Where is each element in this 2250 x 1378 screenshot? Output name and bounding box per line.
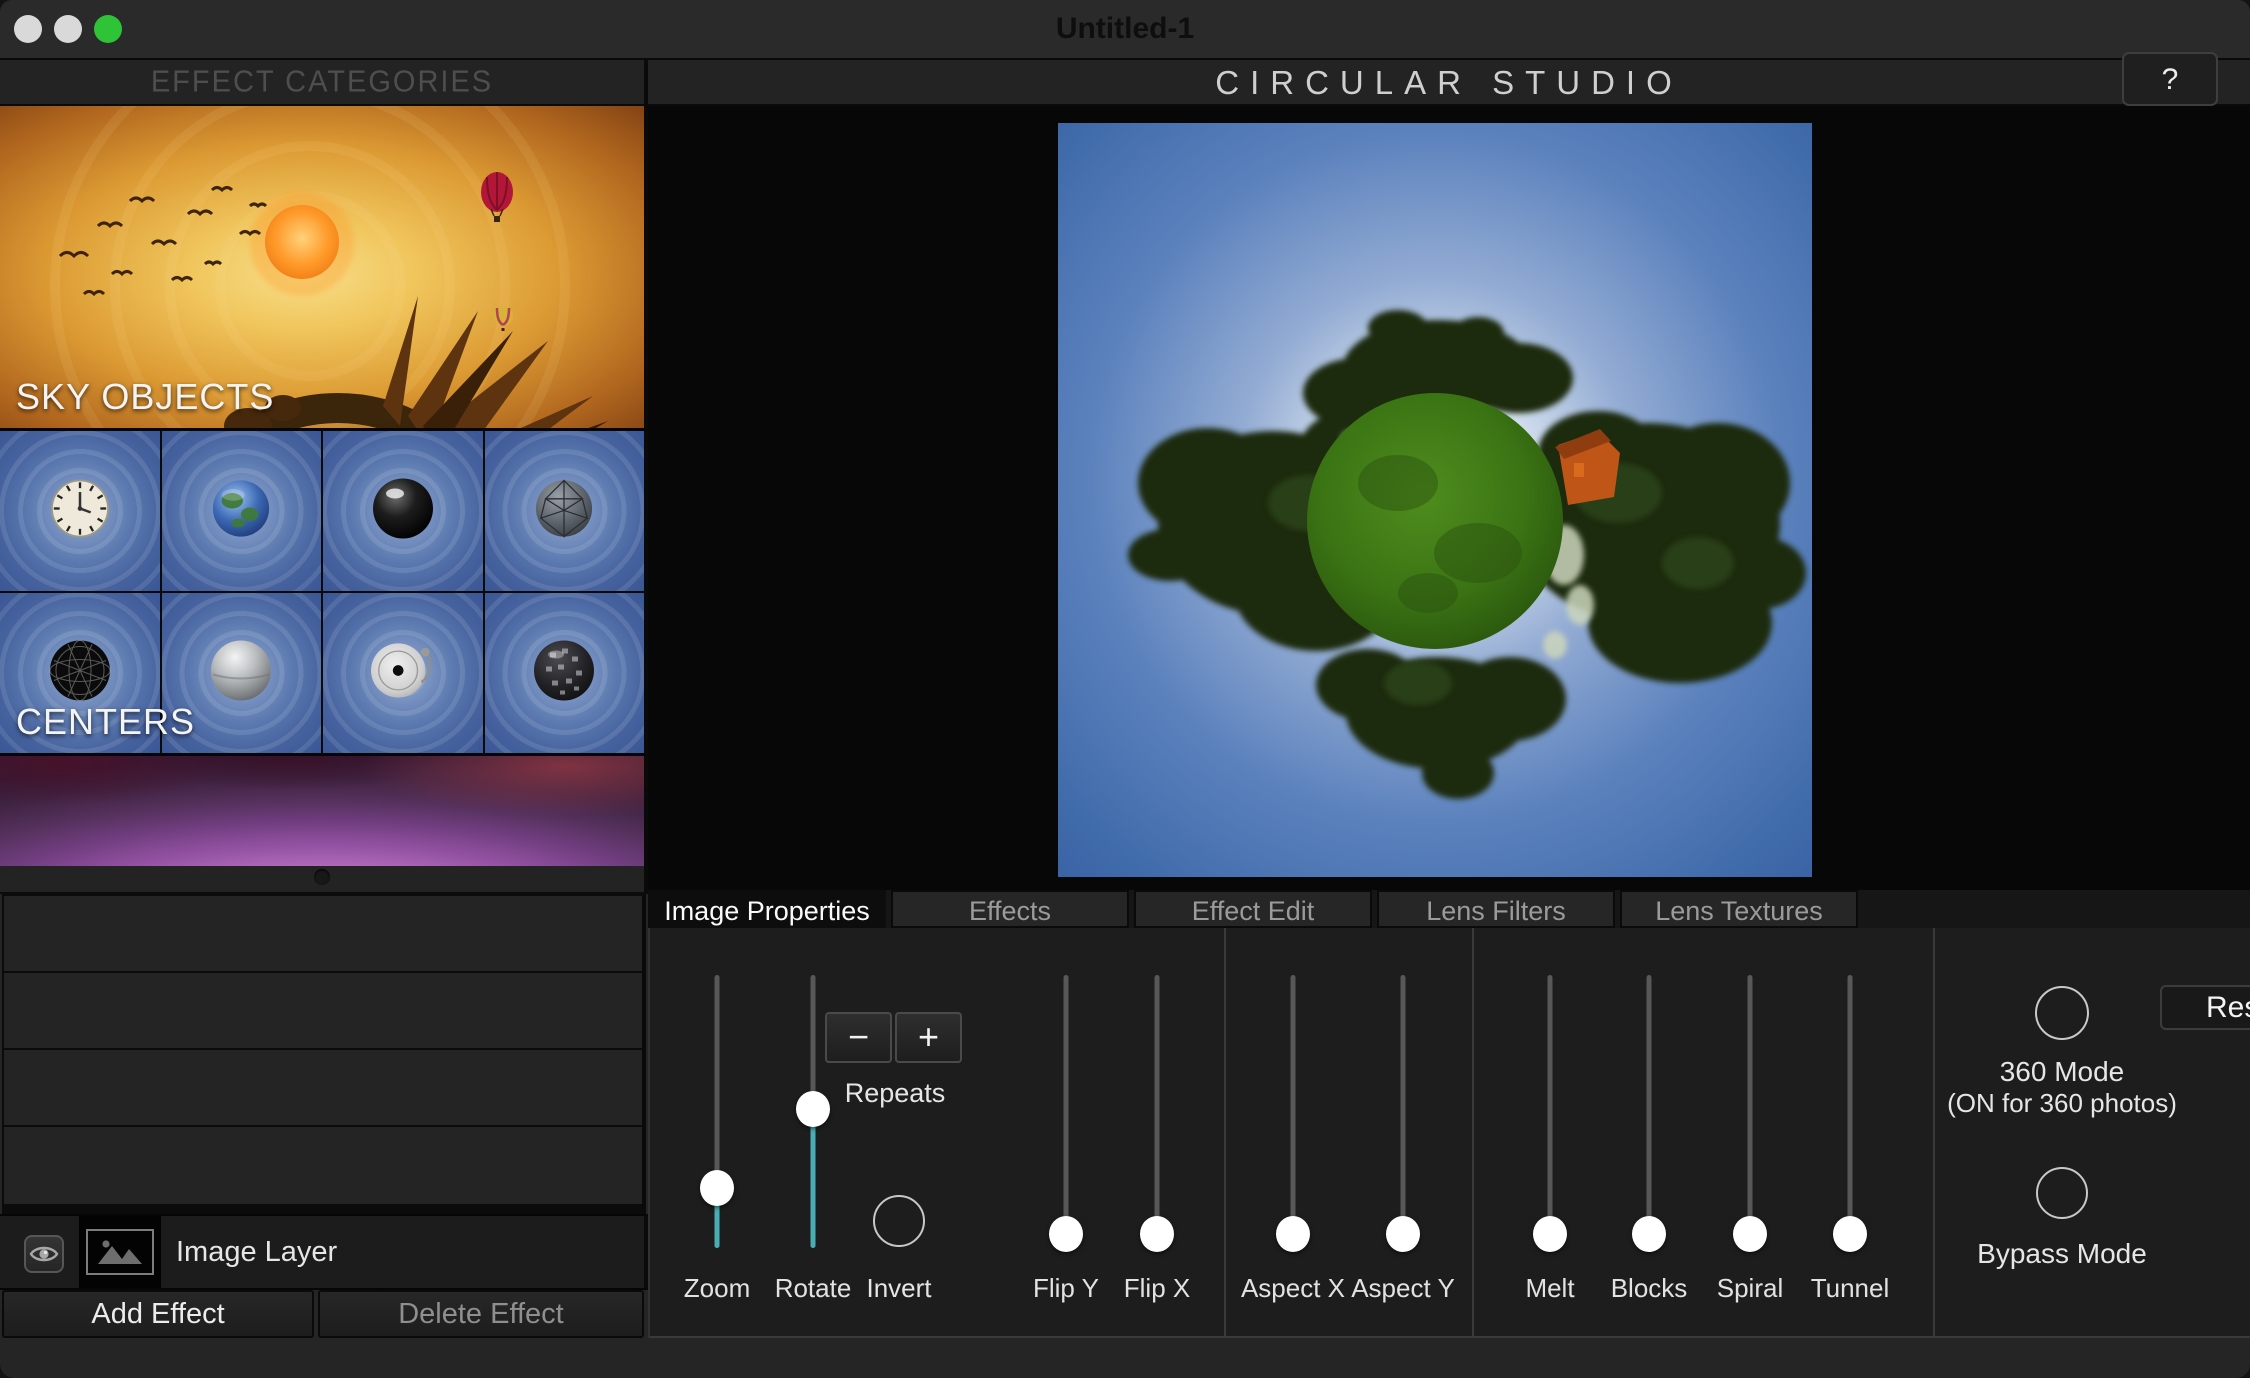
center-thumbnail-geodesic-sphere[interactable] [485,431,645,591]
slider-track[interactable] [1155,975,1160,1248]
category-sky-objects[interactable]: SKY OBJECTS [0,106,648,431]
slider-thumb[interactable] [1276,1216,1310,1252]
delete-effect-button[interactable]: Delete Effect [318,1290,644,1338]
slider-label: Aspect Y [1343,1273,1463,1304]
help-button[interactable]: ? [2122,52,2218,106]
slider-label: Tunnel [1790,1273,1910,1304]
slider-thumb[interactable] [1533,1216,1567,1252]
tab-lens-textures[interactable]: Lens Textures [1620,890,1858,928]
slider-aspect-x[interactable]: Aspect X [1233,928,1353,1338]
center-thumbnail-vinyl-record[interactable] [323,593,483,753]
add-effect-button[interactable]: Add Effect [2,1290,314,1338]
earth-globe-icon [210,478,272,545]
slider-thumb[interactable] [1386,1216,1420,1252]
geodesic-sphere-icon [533,478,595,545]
empty-layer-row[interactable] [4,973,642,1050]
divider [1224,928,1226,1336]
slider-thumb[interactable] [1632,1216,1666,1252]
divider [1933,928,1935,1336]
tab-effects[interactable]: Effects [891,890,1129,928]
slider-thumb[interactable] [1733,1216,1767,1252]
center-thumbnail-clock-face[interactable] [0,431,160,591]
layer-thumbnail [79,1216,161,1288]
repeats-increase-button[interactable]: + [895,1012,962,1063]
mode-360-toggle[interactable] [2035,986,2089,1040]
slider-flip-x[interactable]: Flip X [1097,928,1217,1338]
panel-resize-handle[interactable] [0,866,648,894]
slider-track[interactable] [1401,975,1406,1248]
slider-track[interactable] [1647,975,1652,1248]
slider-track[interactable] [1748,975,1753,1248]
bypass-mode-toggle[interactable] [2036,1167,2088,1219]
reset-button[interactable]: Res [2160,985,2250,1030]
tab-lens-filters[interactable]: Lens Filters [1377,890,1615,928]
tab-image-properties[interactable]: Image Properties [648,890,886,928]
empty-layer-row[interactable] [4,1127,642,1204]
wireframe-sphere-icon [48,639,112,708]
center-thumbnail-glossy-black-sphere[interactable] [323,431,483,591]
bypass-mode-label: Bypass Mode [1952,1238,2172,1270]
category-centers[interactable]: CENTERS [0,431,648,756]
slider-track[interactable] [1291,975,1296,1248]
divider [1472,928,1474,1336]
slider-track[interactable] [1548,975,1553,1248]
slider-label: Aspect X [1233,1273,1353,1304]
disco-ball-icon [532,639,596,708]
mode-360-sublabel: (ON for 360 photos) [1912,1088,2212,1119]
mode-360-label: 360 Mode [1952,1056,2172,1088]
clock-face-icon [49,478,111,545]
tiny-planet-image [1058,123,1812,877]
vinyl-record-icon [368,640,438,707]
slider-thumb[interactable] [1140,1216,1174,1252]
slider-thumb[interactable] [796,1091,830,1127]
app-logo: CIRCULAR STUDIO [648,60,2250,106]
slider-thumb[interactable] [1049,1216,1083,1252]
category-label: SKY OBJECTS [16,376,274,418]
eye-icon [29,1243,59,1265]
slider-tunnel[interactable]: Tunnel [1790,928,1910,1338]
invert-toggle[interactable] [873,1195,925,1247]
slider-rotate[interactable]: Rotate [753,928,873,1338]
image-icon [94,1236,146,1268]
layer-row-image-layer[interactable]: Image Layer [0,1214,648,1290]
slider-thumb[interactable] [1833,1216,1867,1252]
effect-layer-list[interactable] [2,894,646,1216]
slider-label: Flip X [1097,1273,1217,1304]
effect-categories-title: EFFECT CATEGORIES [0,59,644,105]
slider-track[interactable] [1064,975,1069,1248]
bottom-tab-bar: Image PropertiesEffectsEffect EditLens F… [648,890,2250,928]
center-thumbnail-earth-globe[interactable] [162,431,322,591]
titlebar: Untitled-1 [0,0,2250,60]
slider-label: Rotate [753,1273,873,1304]
tab-effect-edit[interactable]: Effect Edit [1134,890,1372,928]
metal-sphere-icon [209,639,273,708]
empty-layer-row[interactable] [4,1050,642,1127]
slider-fill [811,1109,816,1248]
center-thumbnail-disco-ball[interactable] [485,593,645,753]
visibility-toggle[interactable] [24,1235,64,1273]
slider-track[interactable] [1848,975,1853,1248]
preview-canvas [648,106,2250,890]
category-purple-clouds[interactable] [0,756,648,866]
app-window: Untitled-1 EFFECT CATEGORIES CIRCULAR ST… [0,0,2250,1378]
glossy-black-sphere-icon [371,477,435,546]
resize-notch-icon [314,869,330,885]
window-title: Untitled-1 [0,0,2250,58]
slider-thumb[interactable] [700,1170,734,1206]
image-properties-panel: − + Repeats Invert 360 Mode (ON for 360 … [648,928,2250,1338]
layer-name: Image Layer [176,1216,337,1288]
empty-layer-row[interactable] [4,896,642,973]
slider-aspect-y[interactable]: Aspect Y [1343,928,1463,1338]
effect-categories-header: EFFECT CATEGORIES [0,60,648,106]
category-label: CENTERS [16,701,195,743]
app-header: CIRCULAR STUDIO [648,60,2250,106]
